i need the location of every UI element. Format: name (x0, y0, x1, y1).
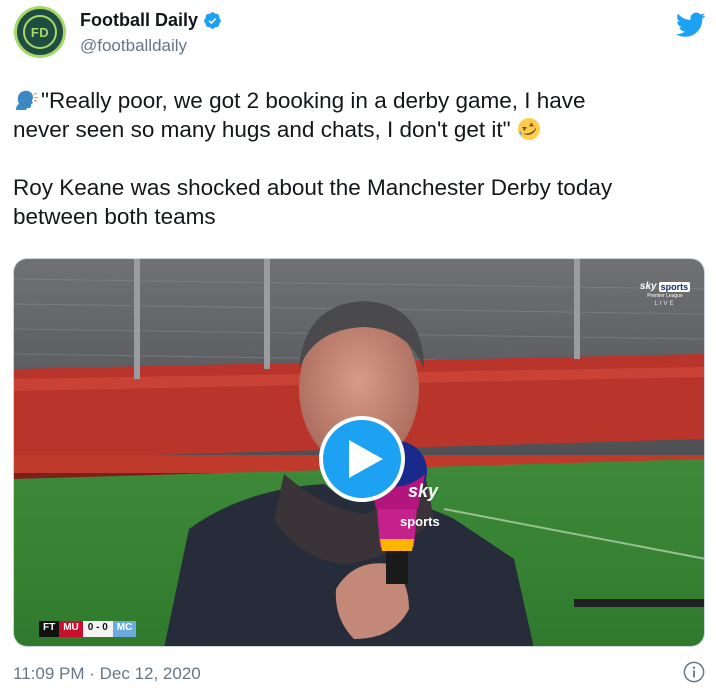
broadcaster-sports: sports (658, 281, 691, 292)
tweet-timestamp[interactable]: 11:09 PM · Dec 12, 2020 (13, 664, 201, 684)
scoreboard: FT MU 0 - 0 MC (39, 621, 137, 637)
broadcaster-sky: sky (639, 281, 657, 292)
play-icon (349, 440, 383, 478)
broadcaster-league: Premier League (647, 293, 683, 299)
speaking-head-emoji-icon (16, 90, 38, 110)
quote-line-2-text: never seen so many hugs and chats, I don… (13, 117, 511, 142)
avatar[interactable]: FD (14, 6, 66, 58)
score-value: 0 - 0 (82, 621, 113, 637)
rolling-on-floor-laughing-emoji-icon (517, 118, 540, 140)
author-name-row[interactable]: Football Daily (80, 10, 222, 31)
quote-line-1-text: "Really poor, we got 2 booking in a derb… (41, 88, 586, 113)
quote-line-2: never seen so many hugs and chats, I don… (13, 115, 703, 144)
score-away-team: MC (112, 621, 137, 637)
twitter-bird-icon[interactable] (676, 12, 706, 38)
body-line-2: between both teams (13, 204, 216, 229)
video-player[interactable]: sky sports sky sports Premier League LIV… (13, 258, 705, 647)
tweet-card: FD Football Daily @footballdaily "Really… (0, 0, 716, 693)
verified-badge-icon (204, 12, 221, 29)
tweet-text: "Really poor, we got 2 booking in a derb… (13, 86, 703, 231)
avatar-logo-text: FD (23, 15, 57, 49)
user-handle[interactable]: @footballdaily (80, 36, 187, 56)
play-button[interactable] (319, 416, 405, 502)
score-home-team: MU (59, 621, 83, 637)
broadcaster-live: LIVE (654, 301, 676, 307)
display-name[interactable]: Football Daily (80, 10, 198, 31)
body-line-1: Roy Keane was shocked about the Manchest… (13, 175, 613, 200)
mic-flag-sports: sports (400, 514, 440, 529)
quote-line-1: "Really poor, we got 2 booking in a derb… (13, 86, 703, 115)
score-status: FT (39, 621, 60, 637)
mic-flag-sky: sky (408, 481, 439, 501)
broadcaster-logo-top: sky sports (636, 281, 694, 292)
broadcaster-logo: sky sports Premier League LIVE (636, 281, 694, 307)
info-icon[interactable] (683, 661, 705, 683)
